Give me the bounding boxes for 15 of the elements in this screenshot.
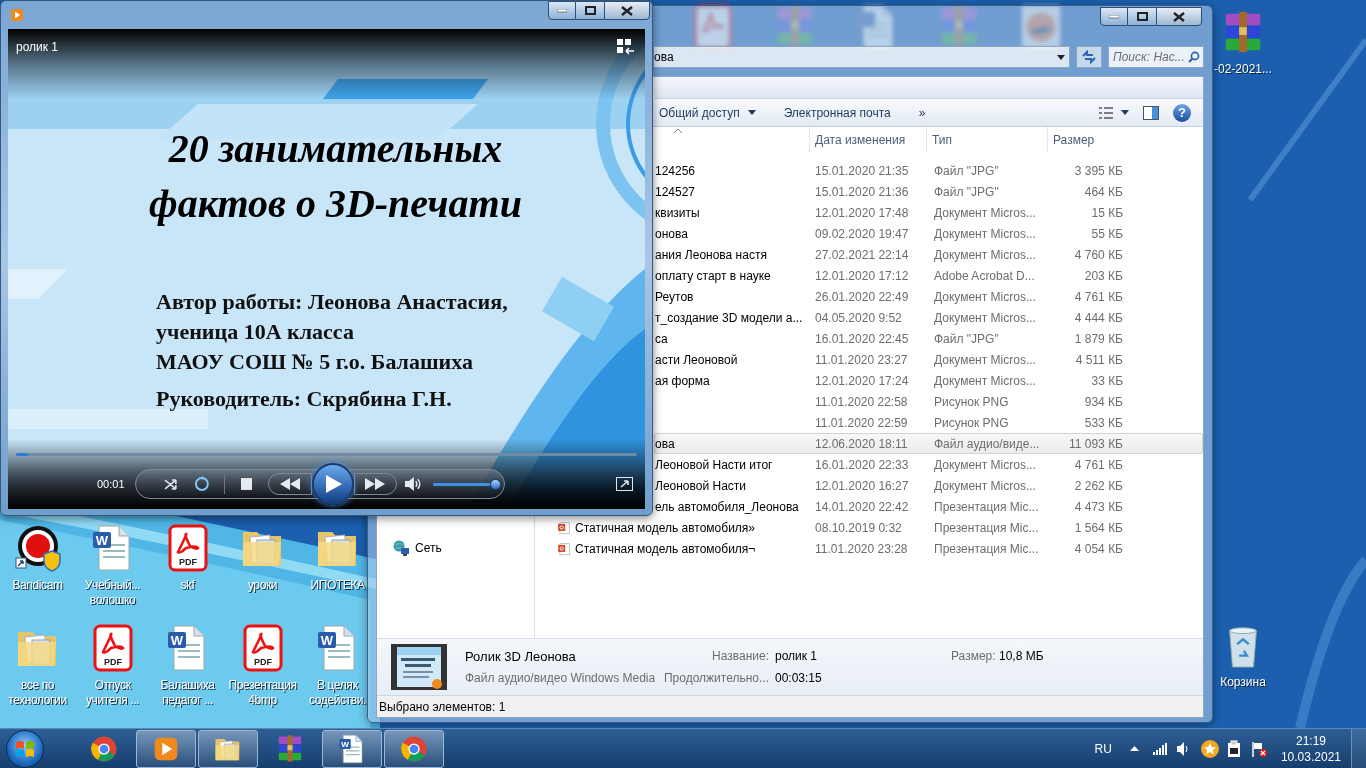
show-hidden-icons-icon[interactable] [1129, 746, 1139, 751]
show-desktop-button[interactable] [1351, 729, 1366, 768]
volume-icon[interactable] [1176, 741, 1191, 756]
start-button[interactable] [6, 729, 44, 768]
clipboard-icon[interactable] [1226, 739, 1241, 758]
windows-logo-icon [15, 739, 35, 758]
clock-time: 21:19 [1295, 732, 1326, 749]
flag-icon[interactable] [1250, 740, 1267, 757]
taskbar-button[interactable] [136, 729, 196, 768]
clock[interactable]: 21:19 10.03.2021 [1280, 732, 1341, 765]
taskbar-button[interactable] [384, 729, 444, 768]
clock-date: 10.03.2021 [1280, 748, 1341, 765]
language-indicator[interactable]: RU [1094, 739, 1112, 758]
signal-icon[interactable] [1152, 742, 1167, 755]
taskbar-button[interactable] [198, 729, 258, 768]
